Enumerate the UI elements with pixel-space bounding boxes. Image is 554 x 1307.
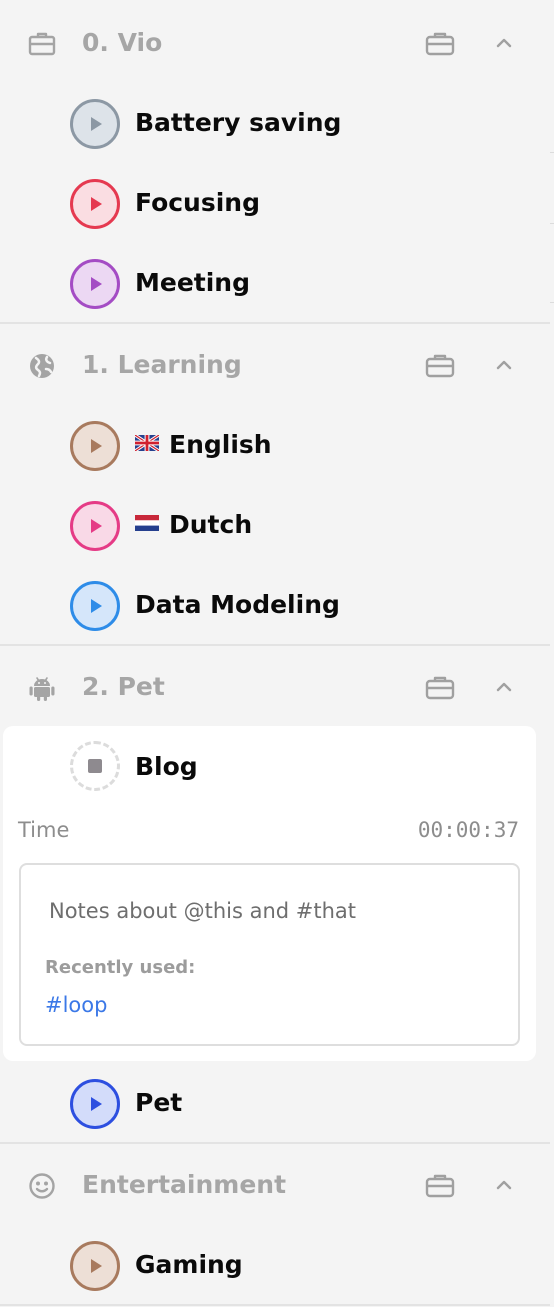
group-title: Entertainment bbox=[82, 1170, 287, 1199]
uk-flag-icon bbox=[135, 435, 159, 451]
group-header-vio[interactable]: 0. Vio bbox=[0, 3, 550, 83]
play-button-icon[interactable] bbox=[70, 99, 120, 149]
time-value: 00:00:37 bbox=[417, 818, 519, 842]
briefcase-button-icon[interactable] bbox=[424, 353, 456, 379]
briefcase-button-icon[interactable] bbox=[424, 1173, 456, 1199]
briefcase-button-icon[interactable] bbox=[424, 675, 456, 701]
briefcase-button-icon[interactable] bbox=[424, 31, 456, 57]
task-label: Gaming bbox=[135, 1250, 243, 1279]
group-divider bbox=[0, 1142, 550, 1144]
group-divider bbox=[0, 322, 550, 324]
recently-used-label: Recently used: bbox=[45, 957, 196, 978]
smiley-icon bbox=[27, 1171, 57, 1201]
group-title: 0. Vio bbox=[82, 28, 163, 57]
notes-placeholder: Notes about @this and #that bbox=[49, 899, 357, 923]
task-item[interactable]: Battery saving bbox=[0, 83, 550, 163]
play-button-icon[interactable] bbox=[70, 501, 120, 551]
task-item[interactable]: Data Modeling bbox=[0, 565, 550, 645]
task-label: English bbox=[169, 430, 272, 459]
chevron-up-icon[interactable] bbox=[493, 679, 515, 695]
task-label: Data Modeling bbox=[135, 590, 340, 619]
task-item[interactable]: Pet bbox=[0, 1063, 550, 1143]
group-header-entertainment[interactable]: Entertainment bbox=[0, 1145, 550, 1225]
group-header-learning[interactable]: 1. Learning bbox=[0, 325, 550, 405]
play-button-icon[interactable] bbox=[70, 259, 120, 309]
task-item[interactable]: Dutch bbox=[0, 485, 550, 565]
task-label: Pet bbox=[135, 1088, 183, 1117]
task-label-wrap: English bbox=[135, 405, 272, 485]
task-item[interactable]: Gaming bbox=[0, 1225, 550, 1305]
play-button-icon[interactable] bbox=[70, 581, 120, 631]
task-label-wrap: Dutch bbox=[135, 485, 252, 565]
task-item[interactable]: Focusing bbox=[0, 163, 550, 243]
play-button-icon[interactable] bbox=[70, 179, 120, 229]
edge-line bbox=[550, 152, 554, 153]
chevron-up-icon[interactable] bbox=[493, 1177, 515, 1193]
chevron-up-icon[interactable] bbox=[493, 35, 515, 51]
group-divider bbox=[0, 644, 550, 646]
briefcase-icon bbox=[27, 29, 57, 59]
time-label: Time bbox=[18, 818, 70, 842]
task-item[interactable]: Meeting bbox=[0, 243, 550, 323]
task-label: Dutch bbox=[169, 510, 253, 539]
play-button-icon[interactable] bbox=[70, 1241, 120, 1291]
active-task-label: Blog bbox=[135, 752, 198, 781]
active-task-card: Blog Time 00:00:37 Notes about @this and… bbox=[3, 726, 536, 1061]
chevron-up-icon[interactable] bbox=[493, 357, 515, 373]
task-label: Battery saving bbox=[135, 108, 342, 137]
android-icon bbox=[27, 673, 57, 703]
recent-tag[interactable]: #loop bbox=[45, 993, 107, 1017]
globe-icon bbox=[27, 351, 57, 381]
edge-line bbox=[550, 302, 554, 303]
notes-field[interactable]: Notes about @this and #that Recently use… bbox=[19, 863, 520, 1046]
task-label: Focusing bbox=[135, 188, 260, 217]
edge-line bbox=[550, 223, 554, 224]
stop-button-icon[interactable] bbox=[70, 741, 120, 791]
task-item[interactable]: English bbox=[0, 405, 550, 485]
play-button-icon[interactable] bbox=[70, 421, 120, 471]
group-title: 1. Learning bbox=[82, 350, 242, 379]
netherlands-flag-icon bbox=[135, 515, 159, 531]
play-button-icon[interactable] bbox=[70, 1079, 120, 1129]
group-title: 2. Pet bbox=[82, 672, 165, 701]
group-header-pet[interactable]: 2. Pet bbox=[0, 647, 550, 727]
task-label: Meeting bbox=[135, 268, 251, 297]
group-divider bbox=[0, 1304, 550, 1306]
